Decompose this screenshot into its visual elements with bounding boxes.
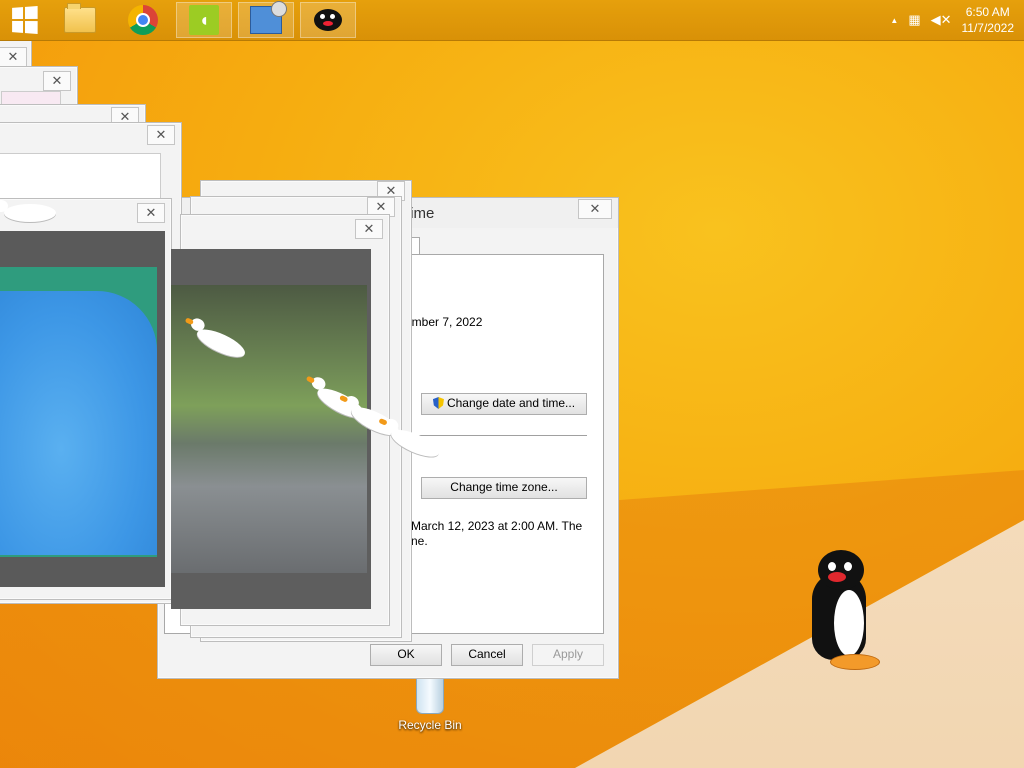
cancel-button[interactable]: Cancel	[451, 644, 523, 666]
goose-game-window: ✕	[0, 198, 172, 600]
recycle-bin-label: Recycle Bin	[398, 718, 462, 732]
network-icon[interactable]: ▦	[908, 12, 920, 28]
popup-close-button[interactable]: ✕	[137, 203, 165, 223]
game-pond	[0, 291, 157, 555]
start-button[interactable]	[4, 2, 44, 38]
pingu-desktop-pet[interactable]	[808, 550, 880, 672]
popup-close-button[interactable]: ✕	[355, 219, 383, 239]
pingu-belly	[834, 590, 864, 656]
windows-logo-icon	[12, 6, 38, 34]
popup-close-button[interactable]: ✕	[43, 71, 71, 91]
clock[interactable]: 6:50 AM 11/7/2022	[962, 4, 1015, 36]
apply-button[interactable]: Apply	[532, 644, 604, 666]
uac-shield-icon	[432, 397, 444, 409]
taskbar: ◖ ▲ ▦ ◀✕ 6:50 AM 11/7/2022	[0, 0, 1024, 41]
goose-sprite[interactable]	[0, 200, 64, 222]
dst-notice-line1: March 12, 2023 at 2:00 AM. The	[411, 519, 583, 533]
pingu-beak	[828, 572, 846, 582]
game-frame	[0, 231, 165, 587]
photo-frame	[171, 249, 371, 609]
recycle-bin[interactable]: Recycle Bin	[392, 676, 468, 732]
change-time-zone-button[interactable]: Change time zone...	[421, 477, 587, 499]
recycle-bin-icon	[416, 676, 444, 714]
taskbar-pingu[interactable]	[300, 2, 356, 38]
popup-note-pane	[0, 153, 161, 203]
change-date-time-label: Change date and time...	[446, 396, 576, 410]
popup-close-button[interactable]: ✕	[0, 47, 27, 67]
popup-close-button[interactable]: ✕	[147, 125, 175, 145]
taskbar-desktop-goose[interactable]: ◖	[176, 2, 232, 38]
goose-app-icon: ◖	[189, 5, 219, 35]
desktop: Recycle Bin te and Time ✕ e ember 7, 202…	[0, 0, 1024, 768]
pingu-head	[818, 550, 864, 590]
change-date-time-button[interactable]: Change date and time...	[421, 393, 587, 415]
chrome-icon	[128, 5, 158, 35]
pingu-eye	[828, 562, 836, 571]
taskbar-date-time[interactable]	[238, 1, 294, 38]
dialog-close-button[interactable]: ✕	[578, 199, 612, 219]
taskbar-file-explorer[interactable]	[52, 2, 108, 38]
pingu-app-icon	[314, 9, 342, 31]
ok-button[interactable]: OK	[370, 644, 442, 666]
system-tray: ▲ ▦ ◀✕ 6:50 AM 11/7/2022	[890, 0, 1014, 40]
clock-date: 11/7/2022	[961, 21, 1015, 35]
show-hidden-icons-chevron-icon[interactable]: ▲	[890, 16, 898, 25]
pingu-feet	[830, 654, 880, 670]
taskbar-chrome[interactable]	[115, 2, 171, 38]
current-date-text: ember 7, 2022	[405, 315, 483, 329]
volume-muted-icon[interactable]: ◀✕	[931, 12, 952, 28]
clock-time: 6:50 AM	[965, 5, 1010, 19]
date-time-settings-icon	[250, 1, 287, 34]
pingu-eye	[844, 562, 852, 571]
dst-notice-line2: ne.	[411, 534, 428, 548]
folder-icon	[64, 3, 96, 33]
